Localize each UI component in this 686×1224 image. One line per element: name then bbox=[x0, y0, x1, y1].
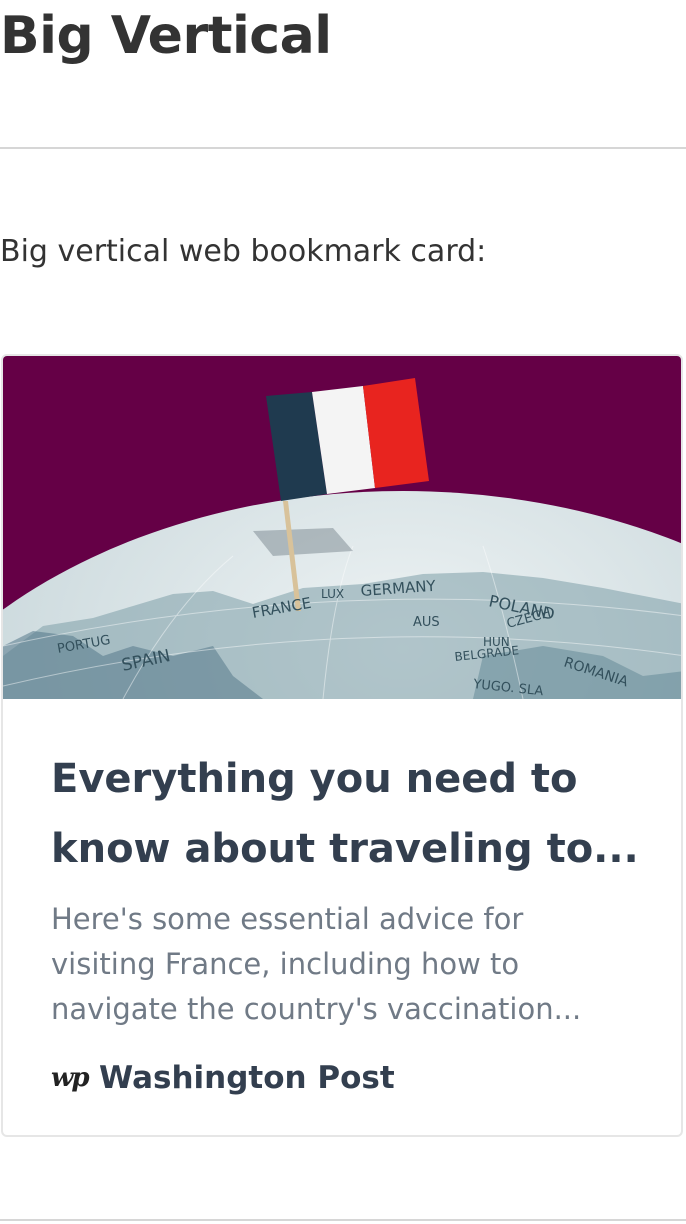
bookmark-description-line-3: navigate the country's vaccination... bbox=[51, 992, 582, 1026]
publisher-logo-icon: wp bbox=[51, 1063, 90, 1093]
bookmark-description-line-2: visiting France, including how to bbox=[51, 947, 520, 981]
map-label-lux: LUX bbox=[321, 587, 344, 601]
bookmark-image: GERMANY POLAND FRANCE SPAIN PORTUG ROMAN… bbox=[3, 356, 681, 699]
bookmark-title[interactable]: Everything you need to know about travel… bbox=[51, 744, 651, 884]
publisher-name: Washington Post bbox=[99, 1060, 395, 1096]
intro-text: Big vertical web bookmark card: bbox=[0, 234, 487, 269]
map-label-hun: HUN bbox=[483, 635, 510, 649]
bookmark-description-line-1: Here's some essential advice for bbox=[51, 902, 524, 936]
section-divider-bottom bbox=[0, 1219, 686, 1221]
bookmark-card[interactable]: GERMANY POLAND FRANCE SPAIN PORTUG ROMAN… bbox=[1, 354, 683, 1137]
bookmark-title-line-1: Everything you need to bbox=[51, 756, 578, 802]
section-divider bbox=[0, 147, 686, 149]
bookmark-title-line-2: know about traveling to... bbox=[51, 826, 639, 872]
map-label-aus: AUS bbox=[413, 615, 440, 630]
bookmark-publisher: wp Washington Post bbox=[51, 1056, 395, 1100]
page-title: Big Vertical bbox=[0, 6, 332, 66]
french-flag bbox=[266, 378, 429, 501]
bookmark-description: Here's some essential advice for visitin… bbox=[51, 897, 651, 1032]
